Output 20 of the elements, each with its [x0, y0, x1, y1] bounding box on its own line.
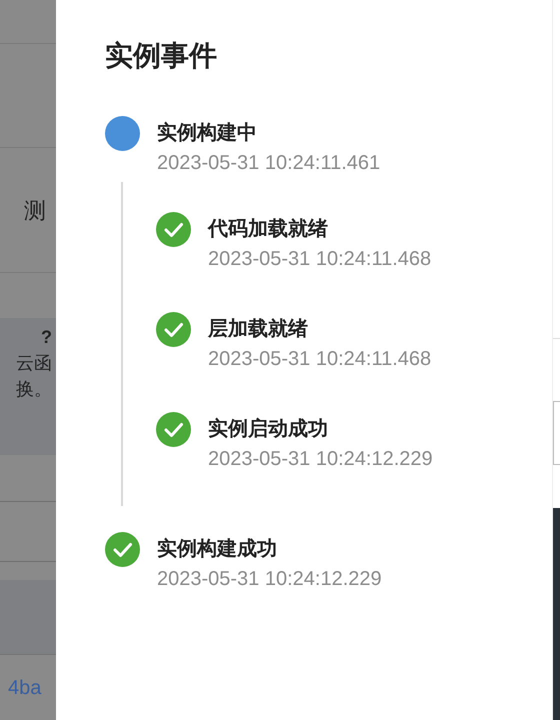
event-label: 代码加载就绪: [208, 217, 329, 242]
event-time: 2023-05-31 10:24:11.461: [157, 151, 380, 176]
id-link[interactable]: 4ba: [8, 672, 42, 702]
event-label: 实例构建中: [157, 120, 258, 146]
drawer-title: 实例事件: [105, 39, 218, 73]
event-time: 2023-05-31 10:24:11.468: [208, 347, 432, 372]
table-cell-text: 测: [24, 196, 46, 224]
event-time: 2023-05-31 10:24:12.229: [208, 447, 433, 472]
notice-text: 云函: [16, 352, 52, 375]
check-circle-icon: [105, 532, 140, 567]
event-label: 实例启动成功: [208, 416, 329, 442]
notice-title: ?: [41, 326, 52, 349]
check-circle-icon: [156, 412, 191, 447]
check-circle-icon: [156, 212, 191, 247]
event-time: 2023-05-31 10:24:12.229: [157, 567, 382, 592]
event-time: 2023-05-31 10:24:11.468: [208, 247, 432, 272]
event-label: 层加载就绪: [208, 317, 309, 342]
event-label: 实例构建成功: [157, 536, 278, 562]
notice-text: 换。: [16, 378, 52, 401]
check-circle-icon: [156, 312, 191, 347]
